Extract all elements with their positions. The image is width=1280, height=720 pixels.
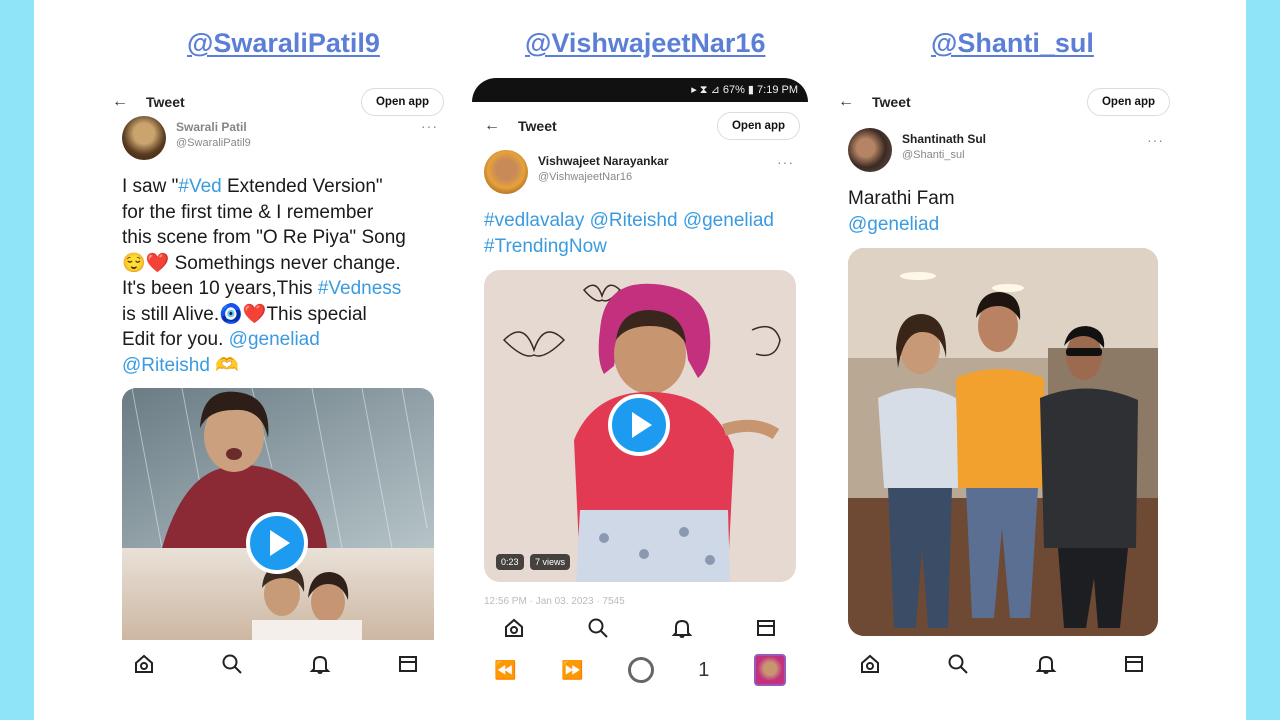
username: @SwaraliPatil9 <box>176 137 251 149</box>
back-arrow-icon[interactable]: ← <box>472 117 512 135</box>
tweet-screenshot-2: ▸ ⧗ ⊿ 67% ▮ 7:19 PM ← Tweet Open app Vis… <box>472 78 808 710</box>
video-media[interactable] <box>122 388 434 640</box>
bottom-nav <box>100 640 452 688</box>
handle-vishwajeet[interactable]: @VishwajeetNar16 <box>525 28 765 59</box>
mention-geneliad[interactable]: @geneliad <box>848 212 1168 238</box>
avatar[interactable] <box>122 116 166 160</box>
avatar[interactable] <box>848 128 892 172</box>
display-name: Vishwajeet Narayankar <box>538 154 669 168</box>
video-views: 7 views <box>530 554 571 570</box>
avatar-thumb[interactable] <box>753 654 786 686</box>
bell-icon[interactable] <box>307 651 333 677</box>
home-icon[interactable] <box>501 615 527 641</box>
tweet-topbar: ← Tweet Open app <box>826 80 1178 124</box>
hashtag-ved[interactable]: #Ved <box>178 176 221 197</box>
photo-media[interactable] <box>848 248 1158 636</box>
tweet-author[interactable]: Shantinath Sul @Shanti_sul <box>848 128 986 172</box>
display-name: Shantinath Sul <box>902 132 986 146</box>
bell-icon[interactable] <box>1033 651 1059 677</box>
video-duration: 0:23 <box>496 554 524 570</box>
tweet-author[interactable]: Swarali Patil @SwaraliPatil9 <box>122 116 251 160</box>
open-app-button[interactable]: Open app <box>360 88 444 116</box>
handle-shanti[interactable]: @Shanti_sul <box>931 28 1094 59</box>
topbar-title: Tweet <box>146 94 185 110</box>
play-button[interactable] <box>608 394 670 456</box>
tweet-screenshot-1: ← Tweet Open app Swarali Patil @SwaraliP… <box>100 78 452 708</box>
hashtag-vedness[interactable]: #Vedness <box>318 278 401 299</box>
rewind-icon[interactable]: ⏪ <box>494 660 516 681</box>
handle-swarali[interactable]: @SwaraliPatil9 <box>187 28 380 59</box>
tweet-text: Marathi Fam @geneliad <box>848 186 1168 237</box>
more-icon[interactable]: ··· <box>421 118 438 134</box>
mail-icon[interactable] <box>395 651 421 677</box>
tweet-screenshot-3: ← Tweet Open app Shantinath Sul @Shanti_… <box>826 78 1178 708</box>
tweet-author[interactable]: Vishwajeet Narayankar @VishwajeetNar16 <box>484 150 669 194</box>
topbar-title: Tweet <box>518 118 557 134</box>
forward-icon[interactable]: ⏩ <box>561 660 583 681</box>
bottom-nav <box>826 640 1178 688</box>
search-icon[interactable] <box>219 651 245 677</box>
back-arrow-icon[interactable]: ← <box>100 93 140 111</box>
open-app-button[interactable]: Open app <box>716 112 800 140</box>
bell-icon[interactable] <box>669 615 695 641</box>
play-button[interactable] <box>246 512 308 574</box>
circle-icon[interactable] <box>627 657 654 683</box>
video-media[interactable]: 0:23 7 views <box>484 270 796 582</box>
avatar[interactable] <box>484 150 528 194</box>
tweet-text: #vedlavalay @Riteishd @geneliad #Trendin… <box>484 208 804 259</box>
back-arrow-icon[interactable]: ← <box>826 93 866 111</box>
username: @Shanti_sul <box>902 149 965 161</box>
mail-icon[interactable] <box>1121 651 1147 677</box>
display-name: Swarali Patil <box>176 120 247 134</box>
mention-riteishd[interactable]: @Riteishd <box>122 355 210 376</box>
tweet-text: I saw "#Ved Extended Version" for the fi… <box>122 176 406 376</box>
hashtag-trendingnow[interactable]: #TrendingNow <box>484 234 804 260</box>
topbar-title: Tweet <box>872 94 911 110</box>
status-bar-text: ▸ ⧗ ⊿ 67% ▮ 7:19 PM <box>691 84 798 96</box>
search-icon[interactable] <box>585 615 611 641</box>
home-icon[interactable] <box>131 651 157 677</box>
tweet-topbar: ← Tweet Open app <box>472 104 808 148</box>
tweet-hashtags[interactable]: #vedlavalay @Riteishd @geneliad <box>484 208 804 234</box>
page-number: 1 <box>698 658 710 681</box>
open-app-button[interactable]: Open app <box>1086 88 1170 116</box>
more-icon[interactable]: ··· <box>1147 132 1164 148</box>
stage: @SwaraliPatil9 @VishwajeetNar16 @Shanti_… <box>34 0 1246 720</box>
username: @VishwajeetNar16 <box>538 171 633 183</box>
status-bar: ▸ ⧗ ⊿ 67% ▮ 7:19 PM <box>472 78 808 102</box>
bottom-nav <box>472 604 808 652</box>
system-nav-bar: ⏪ ⏩ 1 <box>472 648 808 692</box>
search-icon[interactable] <box>945 651 971 677</box>
mail-icon[interactable] <box>753 615 779 641</box>
more-icon[interactable]: ··· <box>777 154 794 170</box>
mention-geneliad[interactable]: @geneliad <box>229 329 320 350</box>
home-icon[interactable] <box>857 651 883 677</box>
tweet-body: Marathi Fam <box>848 188 955 209</box>
group-photo <box>848 248 1158 636</box>
